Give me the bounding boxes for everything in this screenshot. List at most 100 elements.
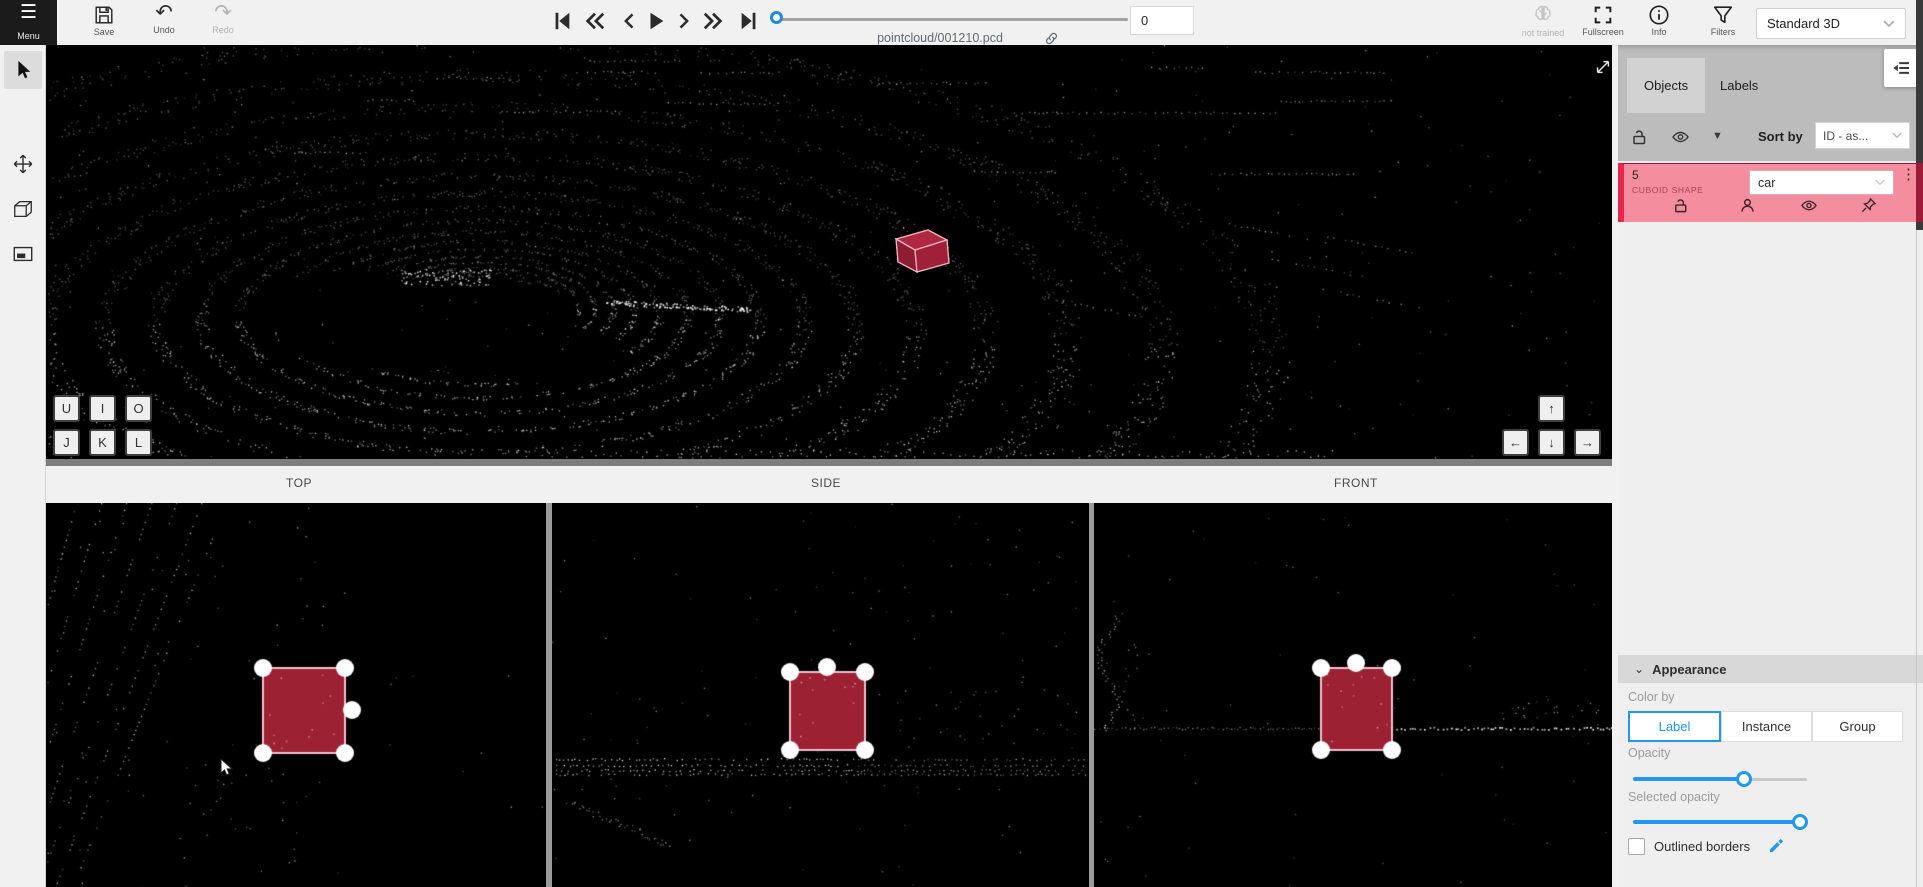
redo-button[interactable]: ↷ Redo	[204, 2, 242, 35]
info-label: Info	[1638, 27, 1680, 37]
model-status[interactable]: not trained	[1515, 3, 1571, 38]
opacity-slider-handle[interactable]	[1736, 771, 1752, 787]
outlined-borders-label: Outlined borders	[1654, 839, 1750, 854]
redo-label: Redo	[204, 25, 242, 35]
filters-button[interactable]: Filters	[1698, 4, 1748, 37]
eyedropper-icon[interactable]	[1768, 837, 1785, 854]
fast-forward-button[interactable]	[700, 8, 726, 34]
collapse-panel-icon	[1892, 60, 1910, 76]
key-hint-i[interactable]: I	[89, 395, 116, 422]
cuboid-annotation-top[interactable]	[263, 668, 345, 753]
outlined-borders-checkbox[interactable]	[1628, 838, 1645, 855]
image-view-tool[interactable]	[4, 235, 42, 273]
cuboid-annotation-3d[interactable]	[890, 222, 954, 274]
undo-icon: ↶	[145, 2, 183, 24]
skip-last-button[interactable]	[736, 8, 762, 34]
view-mode-dropdown[interactable]: Standard 3D	[1756, 8, 1906, 39]
sort-dropdown[interactable]: ID - as...	[1815, 122, 1910, 149]
arrow-left-button[interactable]: ←	[1502, 429, 1529, 456]
not-trained-label: not trained	[1515, 28, 1571, 38]
main-view-scrollbar[interactable]	[46, 459, 1612, 466]
timeline-handle[interactable]	[770, 11, 783, 24]
undo-button[interactable]: ↶ Undo	[145, 2, 183, 35]
filter-triangle-icon[interactable]: ▼	[1712, 130, 1723, 142]
key-hint-u[interactable]: U	[53, 395, 80, 422]
skip-first-button[interactable]	[549, 8, 575, 34]
selected-opacity-label: Selected opacity	[1628, 790, 1720, 804]
appearance-section-header[interactable]: ⌄ Appearance	[1618, 655, 1923, 683]
collapse-panel-button[interactable]	[1884, 49, 1918, 87]
save-label: Save	[85, 27, 123, 37]
lock-all-icon[interactable]	[1630, 128, 1648, 146]
tab-labels[interactable]: Labels	[1703, 58, 1775, 113]
top-view-panel[interactable]	[46, 503, 546, 887]
pointcloud-canvas[interactable]	[46, 45, 1612, 459]
cuboid-annotation-front[interactable]	[1321, 668, 1392, 750]
move-tool[interactable]	[4, 145, 42, 183]
frame-filename: pointcloud/001210.pcd	[840, 31, 1040, 45]
frame-number-input[interactable]	[1130, 6, 1194, 35]
arrow-up-button[interactable]: ↑	[1538, 395, 1565, 422]
appearance-title: Appearance	[1652, 662, 1726, 677]
object-id: 5	[1632, 168, 1639, 182]
rewind-button[interactable]	[582, 8, 608, 34]
redo-icon: ↷	[204, 2, 242, 24]
prev-frame-icon	[620, 10, 640, 32]
key-hint-j[interactable]: J	[53, 429, 80, 456]
front-view-panel[interactable]	[1094, 503, 1612, 887]
chevron-down-icon: ⌄	[1634, 662, 1644, 676]
arrow-right-button[interactable]: →	[1574, 429, 1601, 456]
assignee-icon[interactable]	[1739, 197, 1756, 214]
arrow-right-icon: →	[1581, 435, 1594, 450]
cursor-icon	[12, 59, 34, 81]
selected-opacity-slider[interactable]	[1633, 814, 1807, 830]
save-button[interactable]: Save	[85, 4, 123, 37]
arrow-down-button[interactable]: ↓	[1538, 429, 1565, 456]
timeline-slider[interactable]	[772, 10, 1128, 28]
visibility-object-icon[interactable]	[1800, 197, 1818, 214]
key-hint-k[interactable]: K	[89, 429, 116, 456]
expand-view-icon[interactable]	[1594, 58, 1612, 76]
color-by-label: Color by	[1628, 690, 1675, 704]
info-button[interactable]: Info	[1638, 4, 1680, 37]
chevron-down-icon	[1875, 179, 1885, 186]
cuboid-tool[interactable]	[4, 190, 42, 228]
prev-frame-button[interactable]	[617, 8, 643, 34]
side-view-panel[interactable]	[552, 503, 1089, 887]
category-value: car	[1758, 176, 1775, 190]
move-icon	[12, 153, 34, 175]
right-panel: Objects Labels ▼ Sort by ID - as... 5 CU…	[1618, 45, 1923, 887]
object-row[interactable]: 5 CUBOID SHAPE car ⋮	[1618, 163, 1923, 222]
skip-first-icon	[551, 10, 573, 32]
color-by-label-button[interactable]: Label	[1628, 711, 1721, 742]
cuboid-annotation-side[interactable]	[790, 672, 865, 750]
category-dropdown[interactable]: car	[1749, 170, 1894, 195]
next-frame-button[interactable]	[670, 8, 696, 34]
color-by-instance-button[interactable]: Instance	[1721, 711, 1812, 742]
rewind-icon	[583, 10, 607, 32]
key-hint-o[interactable]: O	[125, 395, 152, 422]
ortho-views	[46, 503, 1612, 887]
tabs-bar: Objects Labels	[1618, 45, 1923, 113]
key-hint-l[interactable]: L	[125, 429, 152, 456]
fullscreen-button[interactable]: Fullscreen	[1573, 4, 1633, 37]
play-button[interactable]	[643, 8, 669, 34]
tab-objects[interactable]: Objects	[1627, 58, 1705, 113]
color-by-group-button[interactable]: Group	[1812, 711, 1903, 742]
undo-label: Undo	[145, 25, 183, 35]
arrow-up-icon: ↑	[1548, 401, 1555, 416]
menu-button[interactable]: ☰ Menu	[0, 0, 57, 45]
arrow-down-icon: ↓	[1548, 435, 1555, 450]
visibility-all-icon[interactable]	[1671, 128, 1690, 146]
opacity-slider[interactable]	[1633, 771, 1807, 787]
object-shape-label: CUBOID SHAPE	[1632, 185, 1703, 195]
select-tool[interactable]	[4, 51, 42, 89]
link-icon[interactable]	[1044, 31, 1059, 46]
main-3d-view[interactable]: U I O J K L ↑ ← ↓ →	[46, 45, 1612, 459]
timeline-track[interactable]	[772, 18, 1128, 21]
lock-object-icon[interactable]	[1672, 197, 1689, 214]
pin-object-icon[interactable]	[1860, 197, 1877, 214]
opacity-label: Opacity	[1628, 746, 1670, 760]
selected-opacity-slider-handle[interactable]	[1792, 814, 1808, 830]
object-menu-kebab[interactable]: ⋮	[1901, 168, 1916, 181]
